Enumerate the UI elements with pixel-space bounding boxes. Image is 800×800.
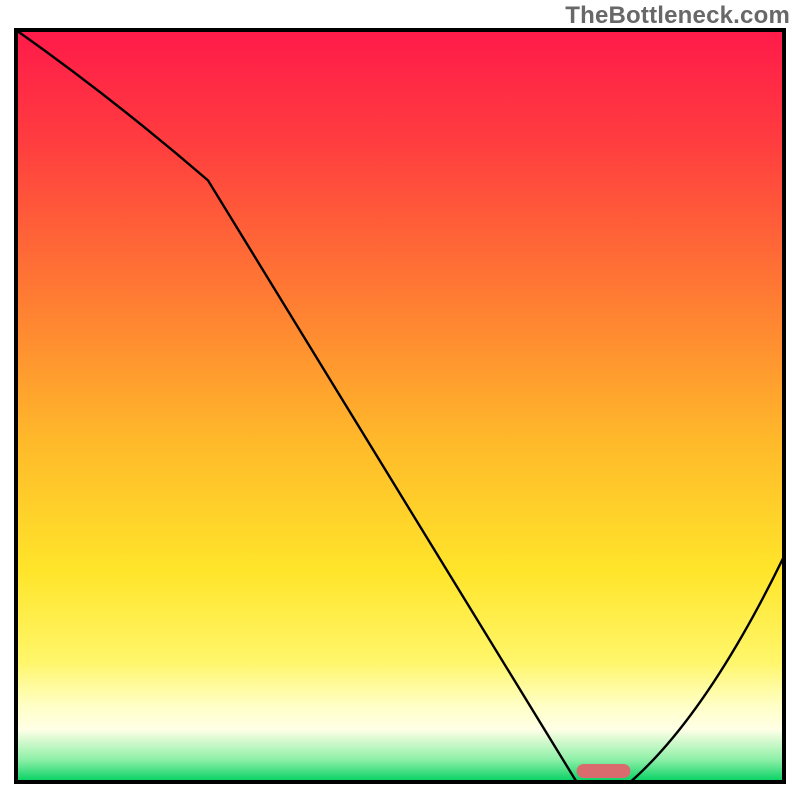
plot-area (16, 30, 784, 782)
gradient-background (16, 30, 784, 782)
optimum-band-marker (577, 764, 631, 778)
watermark-text: TheBottleneck.com (565, 2, 790, 30)
bottleneck-chart (0, 0, 800, 800)
chart-container: TheBottleneck.com (0, 0, 800, 800)
